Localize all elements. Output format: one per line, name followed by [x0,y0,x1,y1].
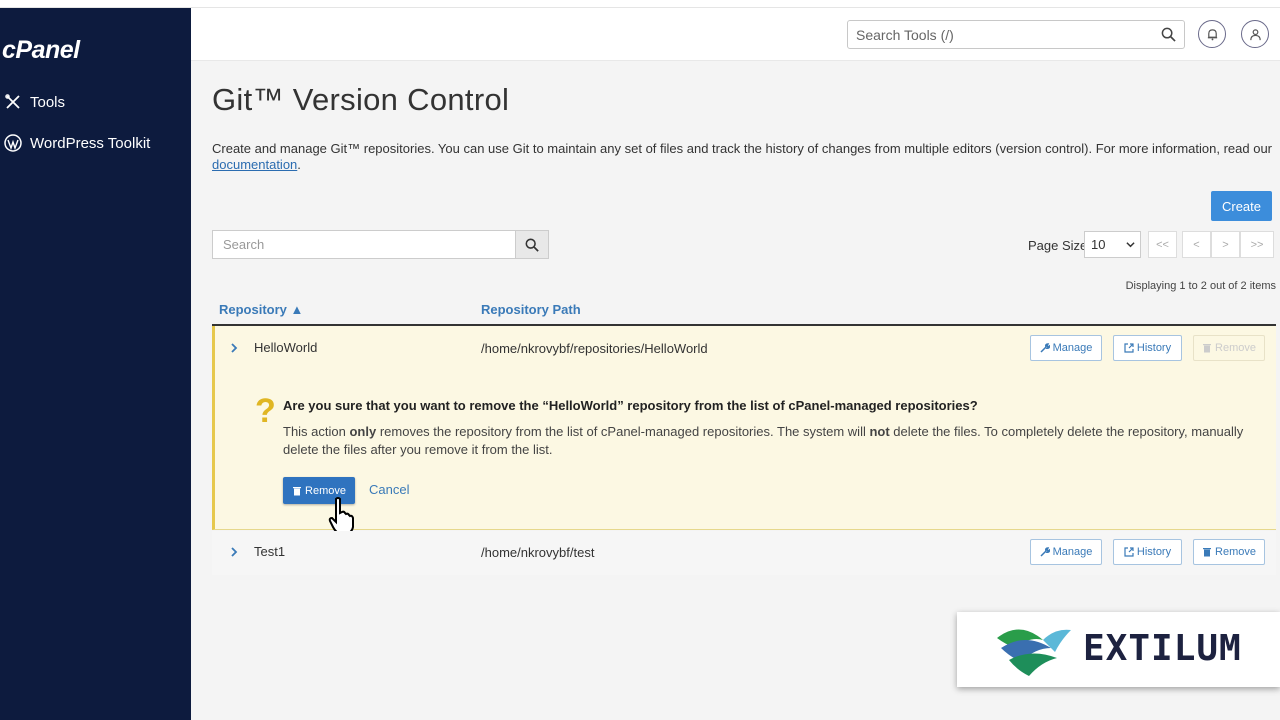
repository-search-field[interactable] [212,230,516,259]
question-mark-icon: ? [255,392,276,430]
user-icon [1249,28,1261,40]
top-header [191,8,1280,61]
description-text: Create and manage Git™ repositories. You… [212,141,1273,156]
extilum-wordmark: EXTILUM [1083,628,1242,669]
sidebar-item-label: WordPress Toolkit [30,134,151,152]
confirm-body: This action only removes the repository … [283,424,1244,457]
repository-path: /home/nkrovybf/test [481,545,595,560]
search-tools-field[interactable] [847,20,1185,49]
remove-label: Remove [1215,342,1256,354]
top-strip [0,0,1280,8]
create-button[interactable]: Create [1211,191,1272,221]
tools-icon [5,94,20,109]
trash-icon [1203,344,1212,353]
repository-name: HelloWorld [254,340,318,355]
external-link-icon [1124,343,1134,353]
documentation-link[interactable]: documentation [212,157,297,172]
first-page-button[interactable]: << [1148,231,1177,258]
trash-icon [1203,548,1212,557]
wrench-icon [1040,547,1050,557]
sidebar-item-tools[interactable]: Tools [4,93,65,111]
external-link-icon [1124,547,1134,557]
repository-name: Test1 [254,544,286,559]
next-page-button[interactable]: > [1211,231,1240,258]
chevron-right-icon[interactable] [229,547,239,557]
hand-cursor-icon [328,497,354,535]
bell-icon [1207,28,1217,40]
chevron-down-icon [1126,242,1135,248]
wordpress-icon [4,134,22,152]
user-menu-button[interactable] [1241,20,1269,48]
confirm-remove-label: Remove [305,484,346,497]
search-tools-input[interactable] [848,21,1148,48]
history-label: History [1136,342,1172,354]
trash-icon [293,486,302,495]
cancel-link[interactable]: Cancel [369,482,409,497]
last-page-button[interactable]: >> [1240,231,1274,258]
history-label: History [1136,546,1172,558]
manage-button[interactable]: Manage [1030,335,1102,361]
repository-path: /home/nkrovybf/repositories/HelloWorld [481,341,708,356]
page-description: Create and manage Git™ repositories. You… [212,141,1272,173]
history-button[interactable]: History [1113,539,1182,565]
cpanel-logo[interactable]: cPanel [2,36,80,65]
page-title: Git™ Version Control [212,82,510,117]
remove-label: Remove [1215,546,1256,558]
remove-button-disabled: Remove [1193,335,1265,361]
description-period: . [297,157,301,172]
sidebar: cPanel Tools WordPress Toolkit [0,8,191,720]
repository-search-button[interactable] [515,230,549,259]
search-icon[interactable] [1161,27,1176,42]
wrench-icon [1040,343,1050,353]
remove-button[interactable]: Remove [1193,539,1265,565]
displaying-count: Displaying 1 to 2 out of 2 items [1125,280,1276,292]
column-header-path: Repository Path [481,302,581,317]
sidebar-item-label: Tools [30,93,66,111]
previous-page-button[interactable]: < [1182,231,1211,258]
chevron-right-icon[interactable] [229,343,239,353]
page-size-select[interactable]: 10 [1084,231,1141,258]
column-header-repository[interactable]: Repository ▲ [219,302,303,317]
manage-label: Manage [1052,342,1093,354]
repository-search-input[interactable] [213,231,515,258]
page-size-value: 10 [1091,237,1106,252]
page-size-label: Page Size [1028,238,1088,253]
manage-label: Manage [1052,546,1093,558]
history-button[interactable]: History [1113,335,1182,361]
extilum-watermark: EXTILUM [957,612,1280,687]
search-icon [525,238,539,252]
confirm-question: Are you sure that you want to remove the… [283,398,978,413]
notifications-button[interactable] [1198,20,1226,48]
extilum-logo-icon [997,629,1071,676]
manage-button[interactable]: Manage [1030,539,1102,565]
sidebar-item-wordpress-toolkit[interactable]: WordPress Toolkit [4,134,150,152]
